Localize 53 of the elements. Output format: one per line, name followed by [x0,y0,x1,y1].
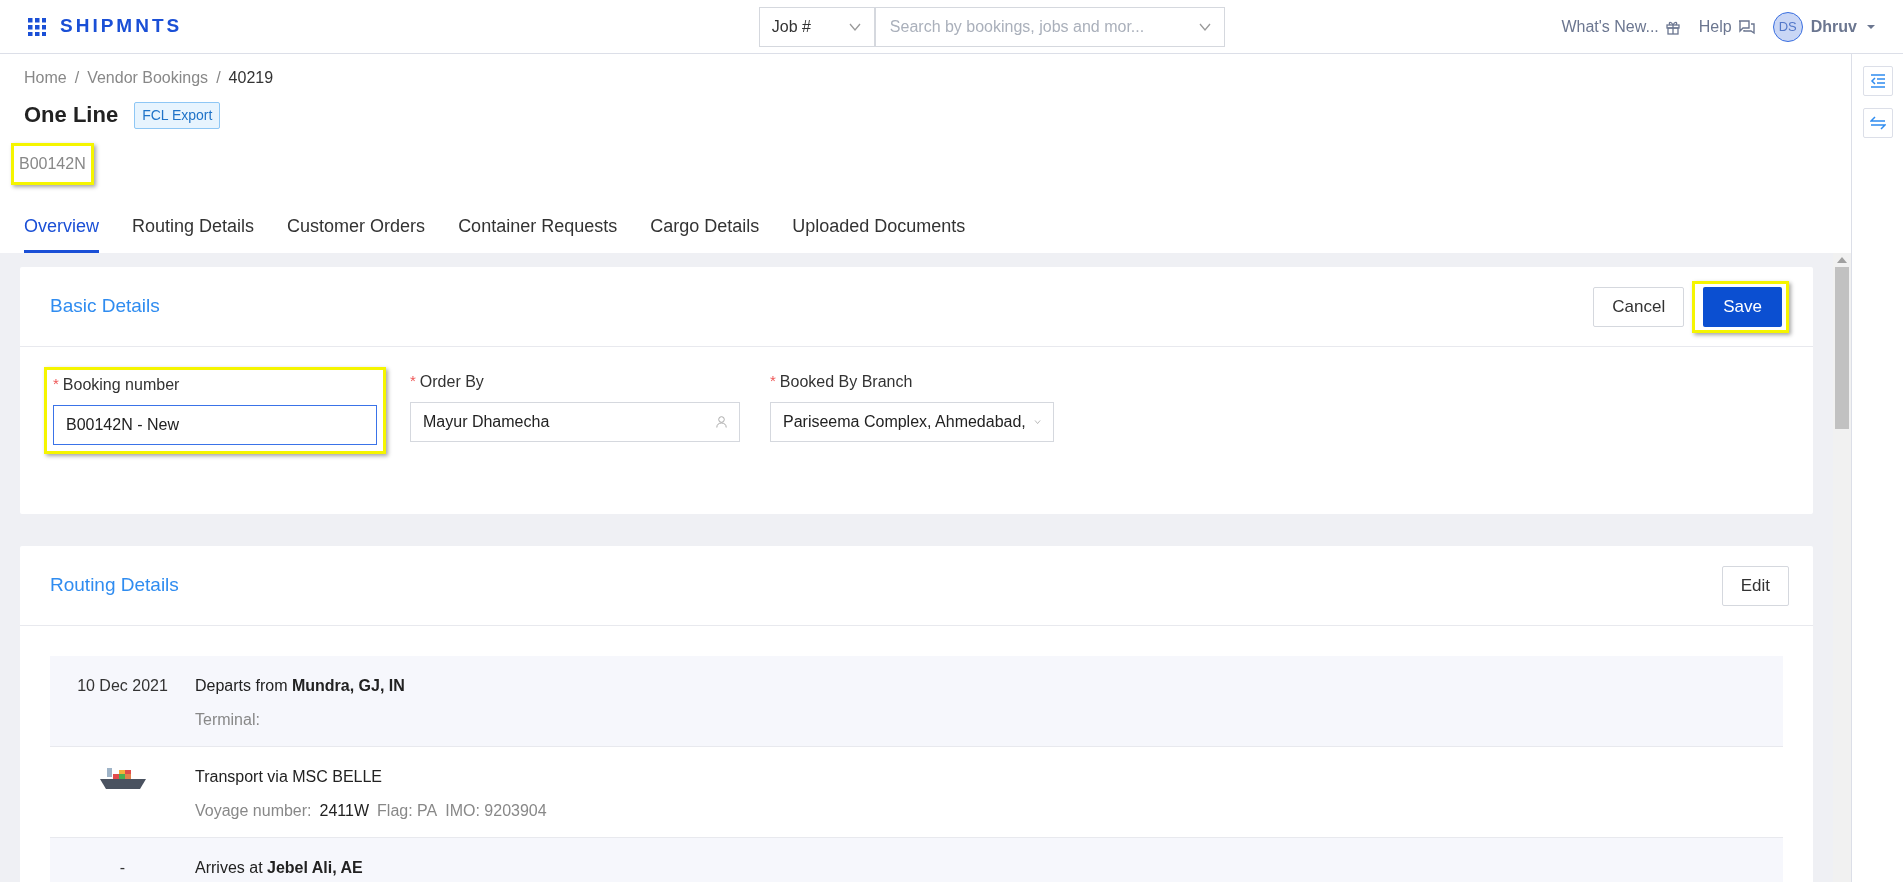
section-title: Routing Details [50,573,179,598]
section-title: Basic Details [50,294,160,319]
route-description: Arrives at Jebel Ali, AE [195,858,363,878]
breadcrumb-separator: / [216,68,221,88]
field-label: Order By [419,372,484,392]
scrollbar-thumb[interactable] [1835,267,1849,429]
tab[interactable]: Cargo Details [650,207,760,253]
logo-text[interactable]: SHIPMNTS [60,12,183,41]
breadcrumb-separator: / [74,68,80,88]
user-menu[interactable]: Dhruv [1810,14,1875,39]
field-label: Booked By Branch [779,372,913,392]
outline-button[interactable] [1862,66,1893,96]
page-title: One Line [24,102,119,129]
breadcrumb-current: 40219 [228,68,274,88]
input-field[interactable]: B00142N - New [53,405,377,445]
indent-list-icon [1869,74,1886,88]
app-grid-icon[interactable] [28,17,46,36]
help-link[interactable]: Help [1698,14,1755,39]
tab[interactable]: Customer Orders [287,207,426,253]
tab[interactable]: Uploaded Documents [792,207,966,253]
input-field[interactable]: Pariseema Complex, Ahmedabad, [770,402,1054,442]
route-date: 10 Dec 2021 [77,677,168,694]
scroll-up-icon[interactable] [1837,257,1847,263]
required-mark: * [410,371,416,391]
type-tag: FCL Export [134,102,221,129]
person-icon [716,416,727,428]
swap-button[interactable] [1862,108,1893,138]
breadcrumb-link[interactable]: Home [24,66,67,90]
chat-icon [1737,18,1755,35]
save-button[interactable]: Save [1703,286,1782,327]
search-box[interactable]: Search by bookings, jobs and mor... [874,6,1225,47]
search-type-dropdown[interactable]: Job # [758,6,875,47]
required-mark: * [53,374,59,394]
required-mark: * [770,371,776,391]
tab[interactable]: Container Requests [458,207,618,253]
booking-reference: B00142N [18,154,87,174]
tab[interactable]: Routing Details [132,207,255,253]
route-detail-value: 2411W [319,801,370,821]
swap-arrows-icon [1869,116,1886,130]
whats-new-link[interactable]: What's New... [1561,14,1681,39]
breadcrumb-link[interactable]: Vendor Bookings [87,66,209,90]
cancel-button[interactable]: Cancel [1593,286,1685,327]
route-description: Departs from Mundra, GJ, IN [195,676,405,696]
route-date: - [119,859,126,876]
route-detail-label: IMO: 9203904 [445,801,547,821]
route-detail-label: Terminal: [195,710,260,730]
route-detail-label: Flag: PA [377,801,438,821]
field-label: Booking number [62,375,180,395]
input-field[interactable]: Mayur Dhamecha [410,402,740,442]
cargo-ship-icon [98,765,147,791]
route-detail-label: Voyage number: [195,801,312,821]
route-description: Transport via MSC BELLE [195,767,384,787]
edit-button[interactable]: Edit [1721,565,1789,606]
